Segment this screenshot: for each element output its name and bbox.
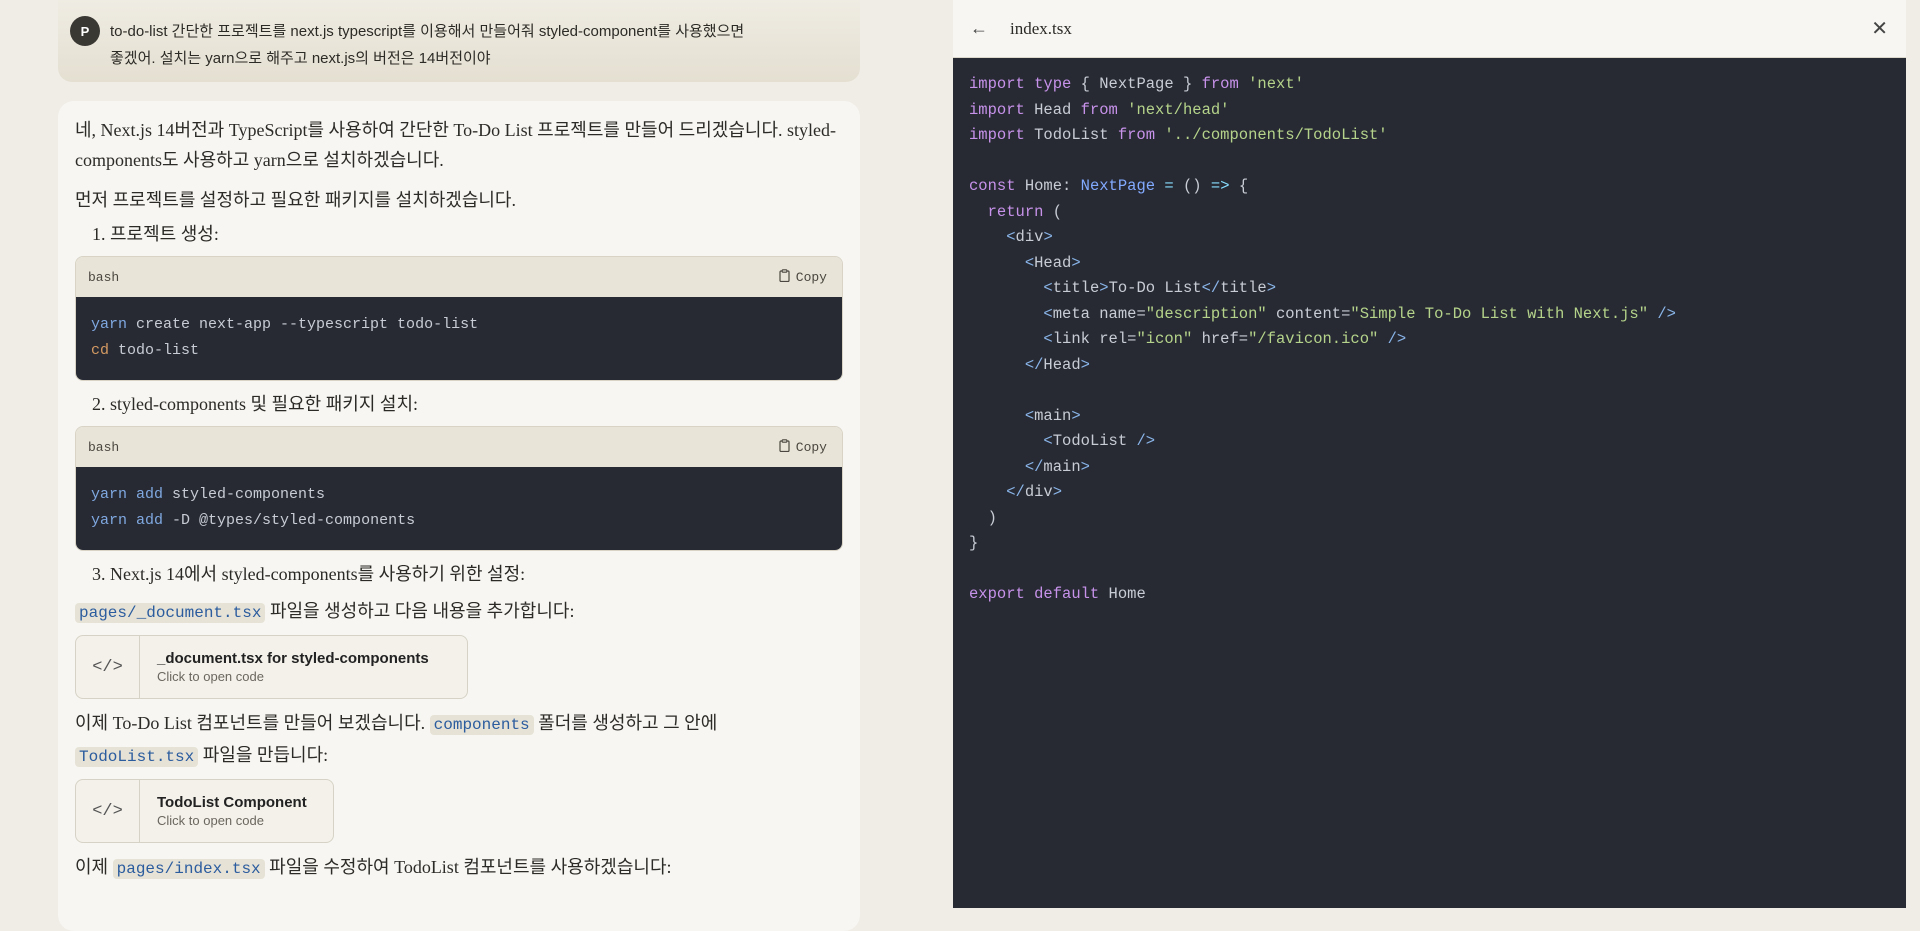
paragraph-text: 이제 To-Do List 컴포넌트를 만들어 보겠습니다. <box>75 713 430 733</box>
code-block-2: bash Copy yarn add styled-components yar… <box>75 426 843 551</box>
user-message: P to-do-list 간단한 프로젝트를 next.js typescrip… <box>58 0 860 82</box>
user-avatar: P <box>70 16 100 46</box>
code-token: add <box>127 512 164 529</box>
code-icon: </> <box>76 636 140 698</box>
back-arrow-icon[interactable]: ← <box>970 18 996 39</box>
code-token: -D @types/styled-components <box>163 512 416 529</box>
step-1: 1. 프로젝트 생성: <box>92 224 219 244</box>
clipboard-icon <box>779 268 790 286</box>
paragraph-text: 이제 <box>75 857 113 877</box>
code-token: yarn <box>91 512 128 529</box>
paragraph-text: 파일을 생성하고 다음 내용을 추가합니다: <box>265 601 575 621</box>
code-block-header: bash Copy <box>76 427 842 467</box>
step-2: 2. styled-components 및 필요한 패키지 설치: <box>92 394 419 414</box>
code-block-header: bash Copy <box>76 257 842 297</box>
artifact-text: TodoList Component Click to open code <box>140 793 325 829</box>
document-paragraph: pages/_document.tsx 파일을 생성하고 다음 내용을 추가합니… <box>75 596 843 628</box>
panel-code-view: import type { NextPage } from 'next' imp… <box>969 75 1676 603</box>
chat-column: P to-do-list 간단한 프로젝트를 next.js typescrip… <box>58 0 860 931</box>
setup-paragraph: 먼저 프로젝트를 설정하고 필요한 패키지를 설치하겠습니다. <box>75 190 516 210</box>
code-token: add <box>127 486 164 503</box>
inline-code-document-path: pages/_document.tsx <box>75 603 266 623</box>
code-panel-header: ← index.tsx ✕ <box>953 0 1906 58</box>
artifact-card-todolist[interactable]: </> TodoList Component Click to open cod… <box>75 779 334 843</box>
code-panel: ← index.tsx ✕ import type { NextPage } f… <box>953 0 1906 908</box>
code-token: todo-list <box>109 342 200 359</box>
code-block-1: bash Copy yarn create next-app --typescr… <box>75 256 843 381</box>
artifact-title: TodoList Component <box>157 794 307 811</box>
artifact-title: _document.tsx for styled-components <box>157 650 429 667</box>
component-paragraph: 이제 To-Do List 컴포넌트를 만들어 보겠습니다. component… <box>75 708 843 772</box>
paragraph-text: 파일을 수정하여 TodoList 컴포넌트를 사용하겠습니다: <box>264 857 672 877</box>
code-language-label: bash <box>88 269 120 285</box>
code-token: create next-app --typescript todo-list <box>127 316 479 333</box>
copy-button[interactable]: Copy <box>779 438 827 456</box>
close-icon[interactable]: ✕ <box>1871 16 1888 41</box>
inline-code-index-path: pages/index.tsx <box>112 859 265 879</box>
paragraph-text: 폴더를 생성하고 그 안에 <box>533 713 718 733</box>
artifact-subtitle: Click to open code <box>157 669 264 684</box>
code-block-body: yarn add styled-components yarn add -D @… <box>76 467 842 550</box>
paragraph-text: 파일을 만듭니다: <box>198 745 329 765</box>
inline-code-components: components <box>429 715 534 735</box>
code-language-label: bash <box>88 439 120 455</box>
copy-label: Copy <box>795 439 827 455</box>
code-token: yarn <box>91 316 128 333</box>
code-token: yarn <box>91 486 128 503</box>
code-token: styled-components <box>163 486 326 503</box>
intro-paragraph: 네, Next.js 14버전과 TypeScript를 사용하여 간단한 To… <box>75 120 836 170</box>
step-3: 3. Next.js 14에서 styled-components를 사용하기 … <box>92 564 526 584</box>
copy-button[interactable]: Copy <box>779 268 827 286</box>
artifact-subtitle: Click to open code <box>157 813 264 828</box>
assistant-message: 네, Next.js 14버전과 TypeScript를 사용하여 간단한 To… <box>58 101 860 931</box>
index-paragraph: 이제 pages/index.tsx 파일을 수정하여 TodoList 컴포넌… <box>75 852 843 884</box>
copy-label: Copy <box>795 269 827 285</box>
inline-code-todolist: TodoList.tsx <box>75 747 199 767</box>
user-message-text: to-do-list 간단한 프로젝트를 next.js typescript를… <box>110 23 745 67</box>
code-token: cd <box>91 342 110 359</box>
artifact-text: _document.tsx for styled-components Clic… <box>140 649 447 685</box>
panel-filename: index.tsx <box>1010 18 1072 38</box>
code-icon: </> <box>76 780 140 842</box>
clipboard-icon <box>779 438 790 456</box>
artifact-card-document[interactable]: </> _document.tsx for styled-components … <box>75 635 468 699</box>
code-block-body: yarn create next-app --typescript todo-l… <box>76 297 842 380</box>
